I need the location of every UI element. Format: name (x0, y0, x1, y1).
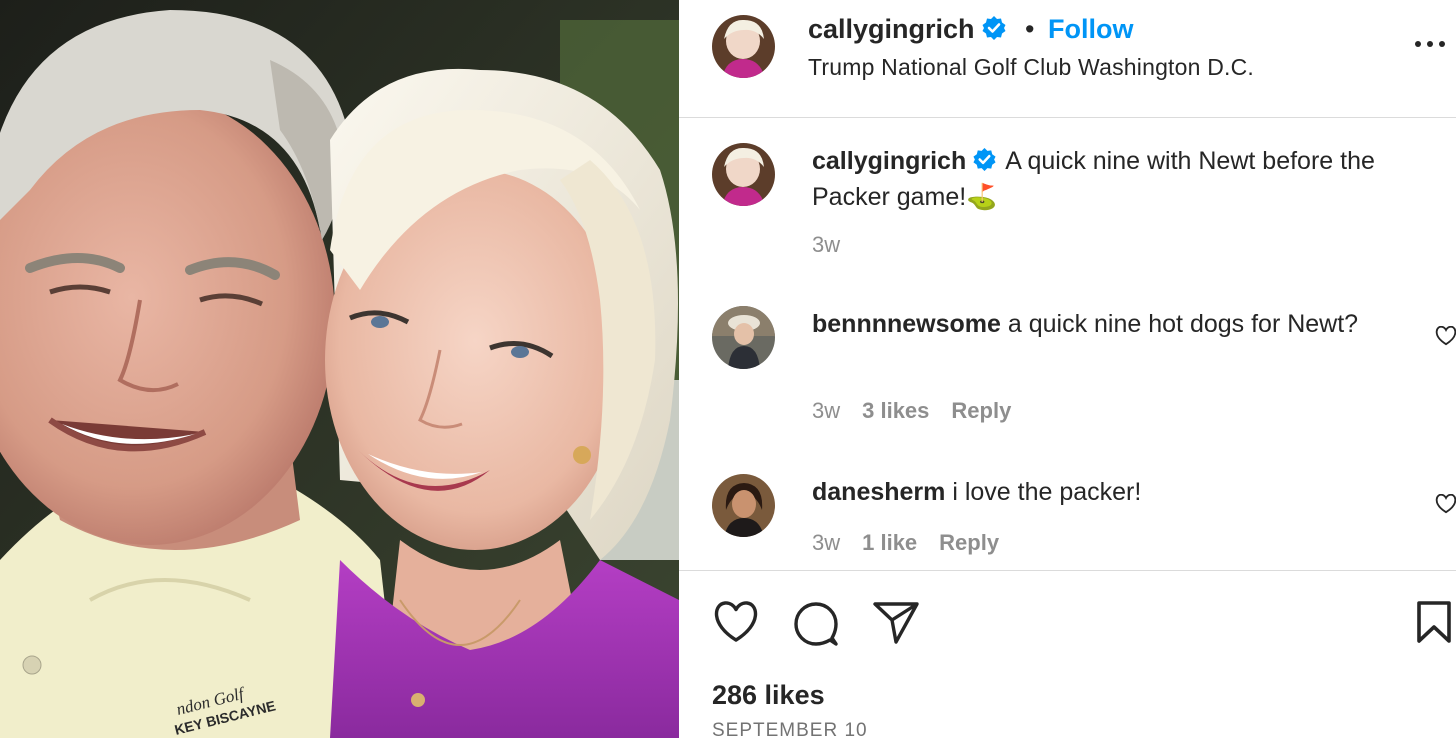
location-link[interactable]: Trump National Golf Club Washington D.C. (808, 54, 1254, 81)
comment-like-heart-icon[interactable] (1435, 494, 1456, 514)
comment-meta: 3w 1 like Reply (812, 530, 1021, 556)
comment-meta: 3w 3 likes Reply (812, 398, 1033, 424)
post-photo[interactable]: ndon Golf KEY BISCAYNE (0, 0, 679, 738)
heart-icon[interactable] (712, 600, 760, 644)
comment-like-heart-icon[interactable] (1435, 326, 1456, 346)
comment-avatar[interactable] (712, 306, 775, 369)
header-username-text[interactable]: callygingrich (808, 14, 975, 44)
header-divider (679, 117, 1456, 118)
likes-count[interactable]: 286 likes (712, 680, 825, 711)
comment-bubble-icon[interactable] (792, 600, 840, 648)
verified-badge-icon (973, 147, 996, 172)
post-date: SEPTEMBER 10 (712, 720, 868, 738)
avatar-image (712, 474, 775, 537)
comment-time: 3w (812, 398, 841, 423)
more-options-icon[interactable] (1412, 30, 1448, 60)
comment-username[interactable]: bennnnewsome (812, 310, 1001, 338)
caption-username[interactable]: callygingrich (812, 147, 966, 175)
post-details-pane: callygingrich • Follow Trump National Go… (679, 0, 1456, 738)
comment-avatar[interactable] (712, 474, 775, 537)
paper-plane-icon[interactable] (872, 600, 920, 646)
caption-avatar[interactable] (712, 143, 775, 206)
avatar-image (712, 15, 775, 78)
caption-time: 3w (812, 232, 841, 257)
caption-meta: 3w (812, 232, 862, 258)
verified-badge-icon (982, 16, 1006, 40)
header-separator: • (1025, 14, 1035, 44)
comment-body: a quick nine hot dogs for Newt? (1007, 310, 1359, 338)
post-actions-bar (679, 600, 1456, 650)
avatar-image (712, 143, 775, 206)
comment-text: bennnnewsome a quick nine hot dogs for N… (812, 306, 1412, 342)
comments-divider (679, 570, 1456, 571)
reply-button[interactable]: Reply (951, 398, 1011, 423)
comment-username[interactable]: danesherm (812, 478, 945, 506)
avatar-image (712, 306, 775, 369)
bookmark-icon[interactable] (1416, 600, 1452, 644)
comment-likes[interactable]: 1 like (862, 530, 917, 555)
comment-body: i love the packer! (952, 478, 1142, 506)
comment-text: danesherm i love the packer! (812, 474, 1412, 510)
follow-button[interactable]: Follow (1048, 14, 1133, 45)
header-username[interactable]: callygingrich (808, 14, 1007, 45)
reply-button[interactable]: Reply (939, 530, 999, 555)
caption-text: callygingrich A quick nine with Newt befo… (812, 143, 1412, 215)
comment-likes[interactable]: 3 likes (862, 398, 929, 423)
comment-time: 3w (812, 530, 841, 555)
header-avatar[interactable] (712, 15, 775, 78)
selfie-photo: ndon Golf KEY BISCAYNE (0, 0, 679, 738)
